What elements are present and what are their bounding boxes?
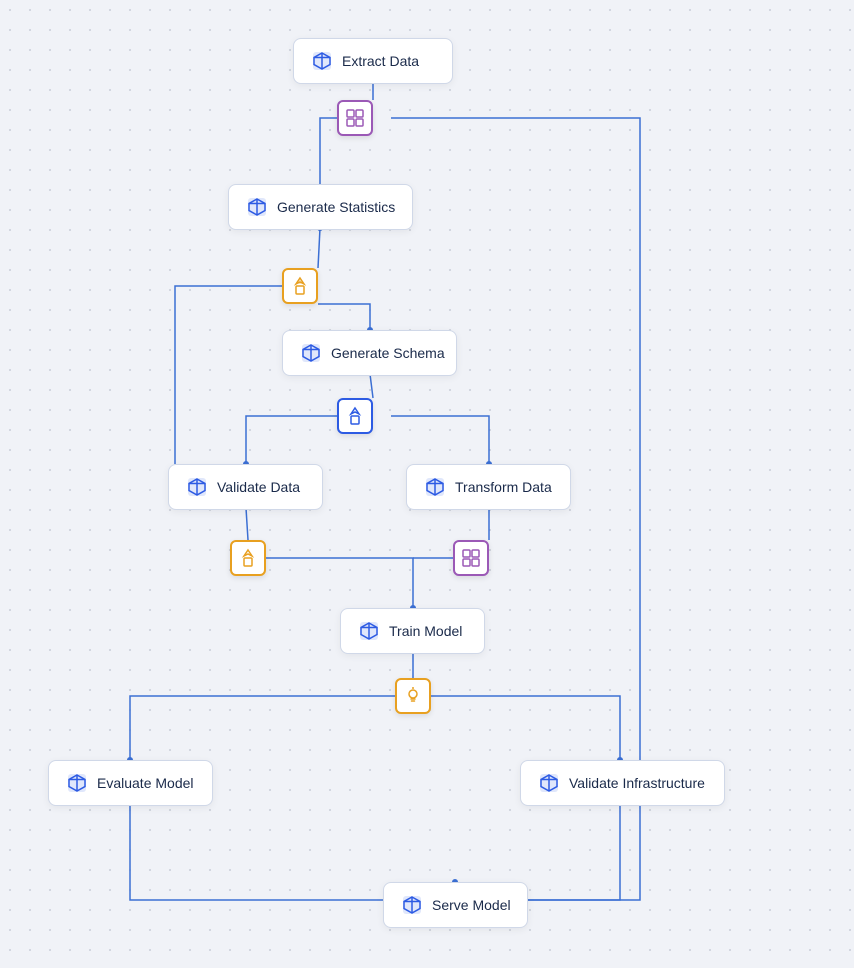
cube-icon-2	[245, 195, 269, 219]
validate-data-label: Validate Data	[217, 479, 300, 495]
split-icon-3	[345, 406, 365, 426]
cube-icon-3	[299, 341, 323, 365]
generate-statistics-label: Generate Statistics	[277, 199, 395, 215]
flow-canvas: Extract Data Generate Statistics Generat…	[0, 0, 854, 968]
cube-icon-6	[357, 619, 381, 643]
split-icon-5	[461, 548, 481, 568]
cube-icon-7	[65, 771, 89, 795]
evaluate-model-label: Evaluate Model	[97, 775, 194, 791]
train-model-label: Train Model	[389, 623, 462, 639]
extract-data-node[interactable]: Extract Data	[293, 38, 453, 84]
generate-schema-node[interactable]: Generate Schema	[282, 330, 457, 376]
split-icon-4	[238, 548, 258, 568]
train-model-node[interactable]: Train Model	[340, 608, 485, 654]
connector-split-1[interactable]	[337, 100, 373, 136]
generate-schema-label: Generate Schema	[331, 345, 445, 361]
cube-icon-8	[537, 771, 561, 795]
transform-data-node[interactable]: Transform Data	[406, 464, 571, 510]
connector-split-6[interactable]	[395, 678, 431, 714]
extract-data-label: Extract Data	[342, 53, 419, 69]
connector-split-4[interactable]	[230, 540, 266, 576]
split-icon-2	[290, 276, 310, 296]
generate-statistics-node[interactable]: Generate Statistics	[228, 184, 413, 230]
cube-icon-9	[400, 893, 424, 917]
split-icon-1	[345, 108, 365, 128]
connector-split-2[interactable]	[282, 268, 318, 304]
cube-icon-4	[185, 475, 209, 499]
cube-icon-5	[423, 475, 447, 499]
validate-infrastructure-label: Validate Infrastructure	[569, 775, 705, 791]
transform-data-label: Transform Data	[455, 479, 552, 495]
serve-model-node[interactable]: Serve Model	[383, 882, 528, 928]
connector-split-3[interactable]	[337, 398, 373, 434]
connector-split-5[interactable]	[453, 540, 489, 576]
lightbulb-icon	[403, 686, 423, 706]
cube-icon	[310, 49, 334, 73]
validate-data-node[interactable]: Validate Data	[168, 464, 323, 510]
validate-infrastructure-node[interactable]: Validate Infrastructure	[520, 760, 725, 806]
serve-model-label: Serve Model	[432, 897, 511, 913]
evaluate-model-node[interactable]: Evaluate Model	[48, 760, 213, 806]
